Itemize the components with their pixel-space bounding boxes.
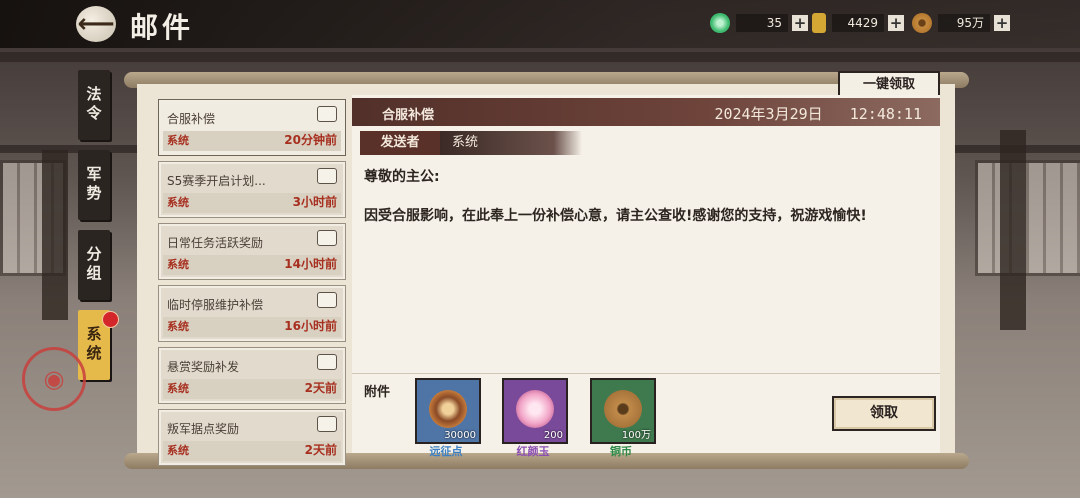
mail-item[interactable]: 合服补偿 系统 20分钟前 (158, 99, 346, 156)
sender-label: 发送者 (360, 131, 440, 155)
add-copper-button[interactable]: + (994, 15, 1010, 31)
sender-value: 系统 (440, 131, 582, 155)
mail-subject: S5赛季开启计划... (167, 174, 266, 188)
jade-value: 35 (736, 14, 788, 32)
page-title: 邮件 (130, 11, 195, 44)
read-mail-icon (317, 168, 337, 184)
back-button[interactable]: ⟵ (76, 6, 116, 42)
mail-item[interactable]: 叛军据点奖励 系统 2天前 (158, 409, 346, 466)
mail-sender: 系统 (167, 196, 189, 209)
attachment-name: 红颜玉 (516, 445, 550, 458)
bg-window (975, 160, 1080, 276)
add-jade-button[interactable]: + (792, 15, 808, 31)
mail-sender: 系统 (167, 134, 189, 147)
gold-ingot-icon (812, 13, 826, 33)
mail-time: 14小时前 (284, 257, 337, 271)
mail-item[interactable]: S5赛季开启计划... 系统 3小时前 (158, 161, 346, 218)
sender-row: 发送者 系统 (360, 131, 582, 155)
add-gold-button[interactable]: + (888, 15, 904, 31)
tab-group[interactable]: 分组 (78, 230, 110, 300)
attachment-name: 远征点 (429, 445, 463, 458)
mail-header: 合服补偿 2024年3月29日 12:48:11 (352, 98, 940, 126)
copper-coin-icon (912, 13, 932, 33)
jade-icon (710, 13, 730, 33)
mail-item[interactable]: 悬赏奖励补发 系统 2天前 (158, 347, 346, 404)
detail-subject: 合服补偿 (382, 108, 435, 123)
top-bar: ⟵ 邮件 35 + 4429 + 95万 + (0, 0, 1080, 48)
mail-body: 尊敬的主公: 因受合服影响，在此奉上一份补偿心意，请主公查收!感谢您的支持，祝游… (364, 167, 934, 245)
envelope-icon (317, 416, 337, 432)
mail-subject: 合服补偿 (167, 112, 216, 126)
resource-gold: 4429 + (812, 12, 904, 34)
attachment-qty: 30000 (444, 430, 476, 441)
detail-time: 12:48:11 (849, 105, 922, 123)
envelope-icon (317, 354, 337, 370)
detail-datetime: 2024年3月29日 12:48:11 (714, 103, 922, 124)
mail-greeting: 尊敬的主公: (364, 169, 440, 185)
attachment-copper-coin[interactable]: 100万 (590, 378, 656, 444)
mail-time: 2天前 (304, 381, 337, 395)
attachment-qty: 100万 (621, 430, 651, 441)
gold-value: 4429 (832, 14, 884, 32)
mail-item[interactable]: 临时停服维护补偿 系统 16小时前 (158, 285, 346, 342)
mail-subject: 日常任务活跃奖励 (167, 236, 264, 250)
bg-pillar (42, 150, 68, 320)
bg-beam (0, 52, 1080, 62)
mail-time: 16小时前 (284, 319, 337, 333)
mail-time: 3小时前 (292, 195, 337, 209)
mail-subject: 悬赏奖励补发 (167, 360, 240, 374)
tab-army[interactable]: 军势 (78, 150, 110, 220)
expedition-token-icon (429, 390, 467, 428)
mail-content: 因受合服影响，在此奉上一份补偿心意，请主公查收!感谢您的支持，祝游戏愉快! (364, 208, 867, 224)
back-arrow-icon: ⟵ (77, 9, 115, 39)
attachment-qty: 200 (543, 430, 563, 441)
mail-sender: 系统 (167, 444, 189, 457)
attachment-divider (352, 373, 940, 374)
claim-button[interactable]: 领取 (832, 396, 936, 431)
pink-flower-icon (516, 390, 554, 428)
envelope-icon (317, 292, 337, 308)
detail-date: 2024年3月29日 (714, 105, 823, 123)
attachment-name: 铜币 (610, 445, 632, 458)
mail-sender: 系统 (167, 320, 189, 333)
resource-copper: 95万 + (912, 12, 1010, 34)
mail-list: 合服补偿 系统 20分钟前 S5赛季开启计划... 系统 3小时前 日常任务活跃… (158, 99, 346, 471)
notification-dot (102, 311, 119, 328)
mail-sender: 系统 (167, 258, 189, 271)
attachment-label: 附件 (364, 385, 391, 400)
mail-time: 2天前 (304, 443, 337, 457)
resource-jade: 35 + (710, 12, 808, 34)
mail-subject: 叛军据点奖励 (167, 422, 240, 436)
copper-coin-icon (604, 390, 642, 428)
opened-mail-icon (317, 106, 337, 122)
gamepad-glyph: ◉ (43, 365, 65, 393)
bg-pillar (1000, 130, 1026, 330)
mail-subject: 临时停服维护补偿 (167, 298, 264, 312)
envelope-icon (317, 230, 337, 246)
copper-value: 95万 (938, 14, 990, 32)
attachment-expedition-points[interactable]: 30000 (415, 378, 481, 444)
mail-time: 20分钟前 (284, 133, 337, 147)
tab-decree[interactable]: 法令 (78, 70, 110, 140)
attachment-beauty-jade[interactable]: 200 (502, 378, 568, 444)
mail-detail: 合服补偿 2024年3月29日 12:48:11 发送者 系统 尊敬的主公: 因… (352, 95, 940, 458)
mail-item[interactable]: 日常任务活跃奖励 系统 14小时前 (158, 223, 346, 280)
mail-sender: 系统 (167, 382, 189, 395)
gamepad-icon[interactable]: ◉ (22, 347, 86, 411)
